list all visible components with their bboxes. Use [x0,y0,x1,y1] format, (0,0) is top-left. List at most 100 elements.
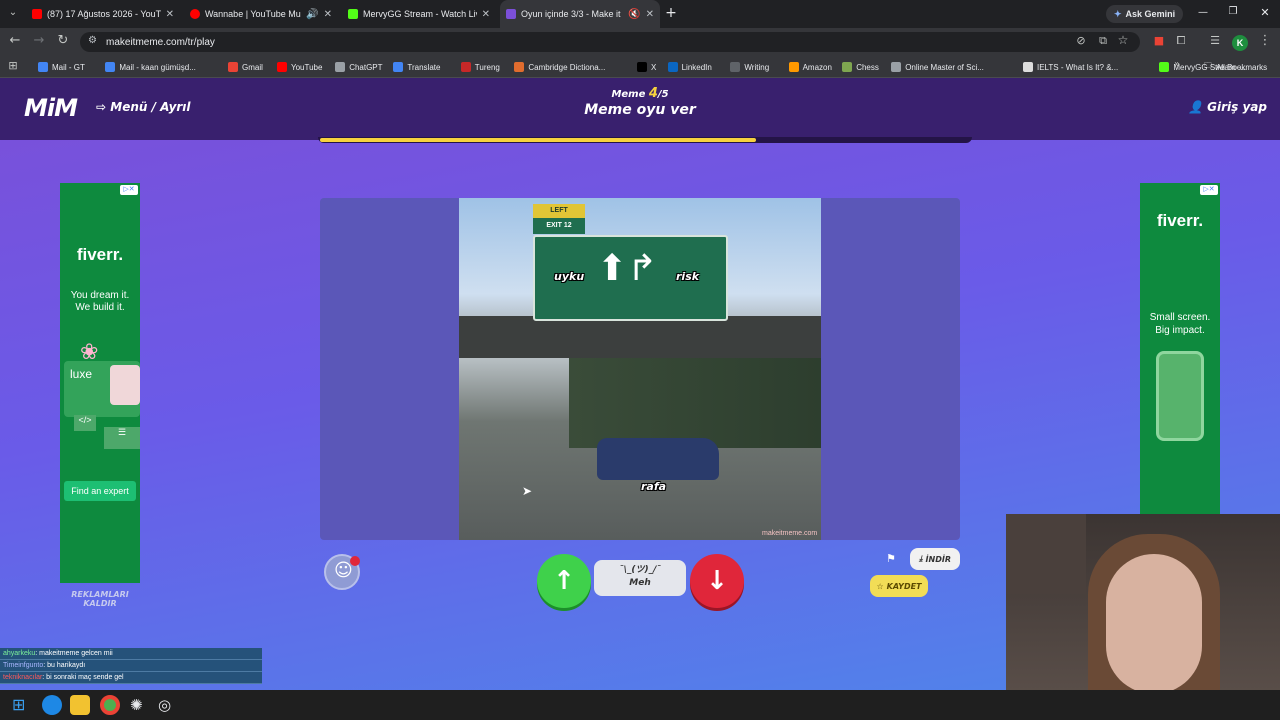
youtube-icon [32,9,42,19]
fiverr-logo: fiverr. [76,245,124,264]
player-avatar[interactable]: ☺ [324,554,360,590]
streamer-face [1106,554,1202,694]
chat-text: : makeitmeme gelcen mii [35,650,113,657]
close-icon[interactable]: ✕ [482,9,490,20]
browser-tab-youtube[interactable]: (87) 17 Ağustos 2026 - YouTube ✕ [26,0,180,28]
meh-button[interactable]: ¯\_(ツ)_/¯ Meh [594,560,686,596]
side-panel-icon[interactable]: ☰ [1206,34,1224,47]
obs-icon[interactable]: ◎ [158,695,178,715]
menu-leave-button[interactable]: ⇨ Menü / Ayrıl [96,100,191,114]
all-bookmarks-label: All Bookmarks [1216,62,1268,72]
bookmark-item[interactable]: Chess [842,56,879,78]
reload-button[interactable]: ↻ [54,33,72,48]
close-icon[interactable]: ✕ [166,9,174,20]
profile-avatar[interactable]: K [1232,35,1248,51]
tab-title: (87) 17 Ağustos 2026 - YouTube [47,9,161,19]
ad-choices-icon[interactable]: ▷✕ [120,185,138,195]
ask-gemini-label: Ask Gemini [1125,9,1176,19]
bookmark-label: Mail - GT [52,62,85,72]
more-menu-icon[interactable]: ⋮ [1256,33,1274,48]
bookmark-item[interactable]: ChatGPT [335,56,383,78]
bookmark-item[interactable]: Cambridge Dictiona... [514,56,605,78]
login-button[interactable]: 👤 Giriş yap [1188,100,1267,114]
find-expert-button[interactable]: Find an expert [64,481,136,501]
phone-illustration [1156,351,1204,441]
bookmark-label: Gmail [242,62,263,72]
downvote-button[interactable]: ↓ [690,554,744,608]
menu-label: Menü / Ayrıl [110,100,191,114]
url-text: makeitmeme.com/tr/play [106,36,215,48]
left-ad-banner[interactable]: ▷✕ fiverr. You dream it. We build it. ❀ … [60,183,140,583]
close-icon[interactable]: ✕ [324,9,332,20]
extensions-puzzle-icon[interactable]: ⧠ [1172,34,1190,48]
minimize-button[interactable]: — [1194,7,1212,18]
bookmark-favicon-icon [460,62,471,72]
right-ad-banner[interactable]: ▷✕ fiverr. Small screen. Big impact. [1140,183,1220,514]
new-tab-button[interactable]: + [662,5,680,21]
bookmark-item[interactable]: Mail - GT [38,56,85,78]
chat-user: Timeinfgunto [3,662,44,669]
makeitmeme-icon [506,9,516,19]
drifting-car [597,438,719,480]
bookmark-item[interactable]: Writing [730,56,769,78]
edge-icon[interactable] [42,695,62,715]
bookmark-favicon-icon [842,62,853,72]
bookmark-label: X [651,62,657,72]
close-window-button[interactable]: ✕ [1256,6,1274,19]
site-info-icon[interactable]: ⚙ [88,35,97,46]
meme-caption-right: risk [676,270,700,283]
code-icon: </> [74,415,96,431]
folder-icon: 🗀 [1204,61,1212,70]
mute-icon[interactable]: 🔇 [628,9,640,20]
browser-tab-youtube-music[interactable]: Wannabe | YouTube Music 🔊 ✕ [184,0,338,28]
bookmark-label: Cambridge Dictiona... [528,62,606,72]
bookmark-star-icon[interactable]: ☆ [1114,33,1132,47]
exit-number-sign: EXIT 12 [533,218,585,234]
remove-ads-link[interactable]: REKLAMLARI KALDIR [54,590,146,608]
restore-button[interactable]: ❐ [1224,6,1242,17]
tab-search-icon[interactable]: ⌄ [4,7,22,18]
trees [569,358,821,448]
left-exit-sign: LEFT [533,204,585,218]
muted-icon[interactable]: ⊘ [1072,34,1090,47]
bookmark-favicon-icon [277,62,287,72]
meme-watermark: makeitmeme.com [762,530,818,537]
close-icon[interactable]: ✕ [646,9,654,20]
bookmark-item[interactable]: Online Master of Sci... [891,56,984,78]
ad-choices-icon[interactable]: ▷✕ [1200,185,1218,195]
bookmark-item[interactable]: Translate [393,56,440,78]
browser-tab-kick[interactable]: MervyGG Stream - Watch Live ✕ [342,0,496,28]
bookmark-item[interactable]: Amazon [788,56,832,78]
bookmark-item[interactable]: Mail - kaan gümüşd... [105,56,196,78]
site-logo[interactable]: MiM [24,94,78,122]
save-button[interactable]: ☆ KAYDET [870,575,928,597]
bookmark-favicon-icon [105,62,116,72]
bookmark-item[interactable]: Tureng [460,56,500,78]
all-bookmarks-button[interactable]: 🗀 All Bookmarks [1204,56,1267,78]
bookmark-item[interactable]: X [637,56,656,78]
bookmark-item[interactable]: Gmail [228,56,263,78]
file-explorer-icon[interactable] [70,695,90,715]
bookmark-favicon-icon [1023,62,1033,72]
bookmark-item[interactable]: IELTS - What Is It? &... [1023,56,1118,78]
chatgpt-icon[interactable]: ✺ [130,695,150,715]
apps-grid-icon[interactable]: ⊞ [4,59,22,72]
back-button[interactable]: ← [6,33,24,48]
forward-button[interactable]: → [30,33,48,48]
bookmark-label: Writing [744,62,770,72]
windows-start-icon[interactable]: ⊞ [12,695,32,715]
address-bar[interactable]: ⚙ makeitmeme.com/tr/play [80,32,1140,52]
ad-product-card: luxe [64,361,140,417]
upvote-button[interactable]: ↑ [537,554,591,608]
bookmark-item[interactable]: YouTube [277,56,322,78]
browser-tab-makeitmeme[interactable]: Oyun içinde 3/3 - Make it M 🔇 ✕ [500,0,660,28]
download-button[interactable]: ⤓ İNDİR [910,548,960,570]
more-bookmarks-icon[interactable]: » [1168,59,1186,70]
install-icon[interactable]: ⧉ [1094,34,1112,48]
chrome-icon[interactable] [100,695,120,715]
ask-gemini-button[interactable]: ✦ Ask Gemini [1106,5,1184,23]
report-flag-icon[interactable]: ⚑ [886,552,896,565]
speaker-icon[interactable]: 🔊 [306,9,318,20]
bookmark-item[interactable]: LinkedIn [667,56,712,78]
extension-icon[interactable]: ■ [1150,34,1168,47]
